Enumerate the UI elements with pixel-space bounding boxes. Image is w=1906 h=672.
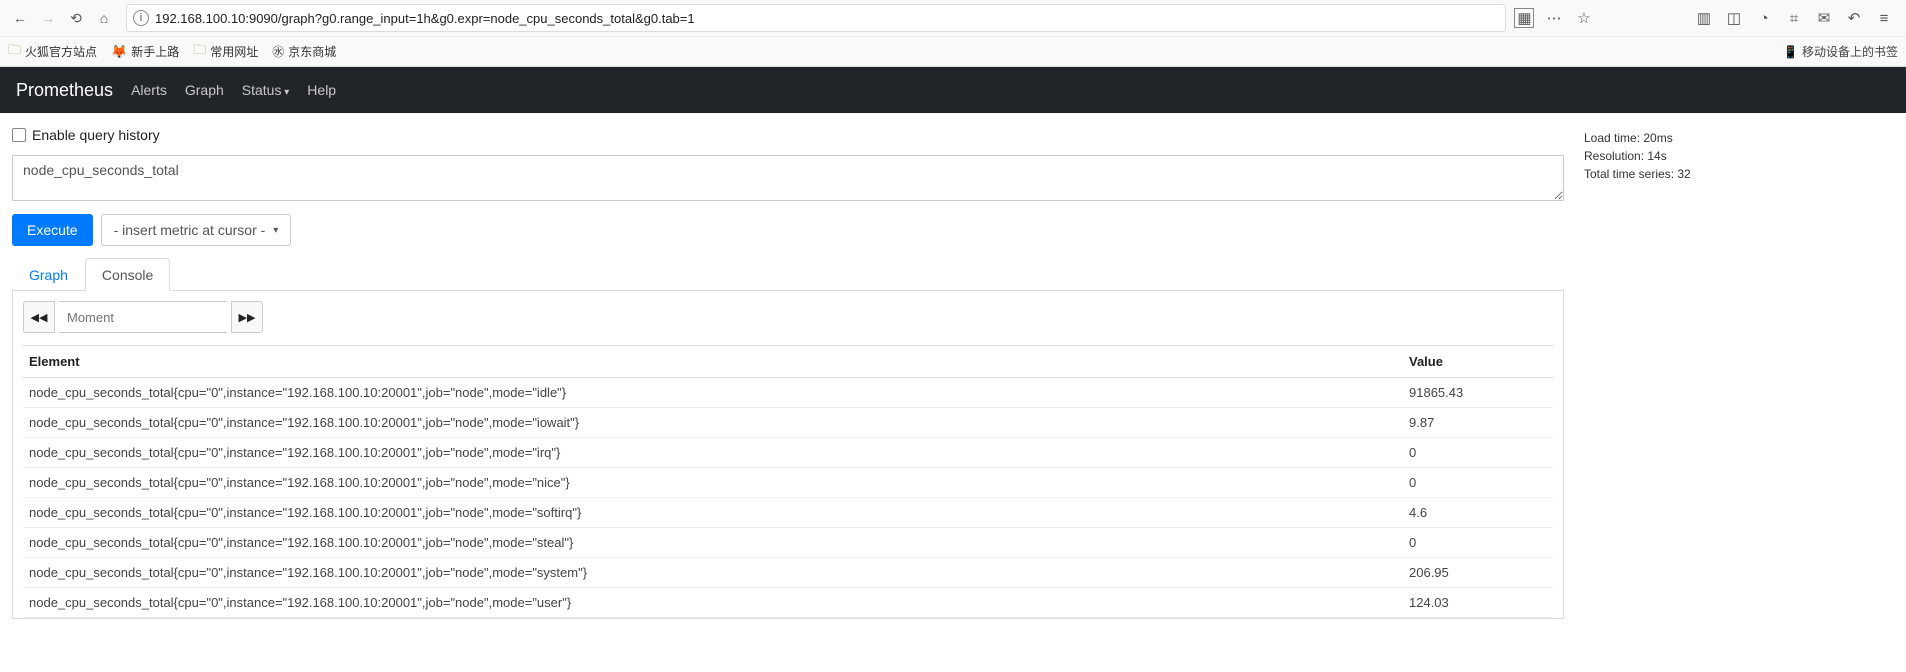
bookmark-item[interactable]: 🗀 火狐官方站点: [8, 41, 97, 63]
tab-bar: Graph Console: [12, 258, 1564, 291]
cell-value: 9.87: [1403, 408, 1553, 438]
tab-graph-label: Graph: [29, 267, 68, 283]
cell-element: node_cpu_seconds_total{cpu="0",instance=…: [23, 558, 1403, 588]
firefox-icon: 🦊: [111, 44, 127, 60]
nav-alerts[interactable]: Alerts: [131, 82, 167, 98]
col-value: Value: [1403, 346, 1553, 378]
cell-value: 4.6: [1403, 498, 1553, 528]
metric-select-label: - insert metric at cursor -: [114, 222, 266, 238]
phone-icon: 📱: [1783, 45, 1798, 59]
table-row: node_cpu_seconds_total{cpu="0",instance=…: [23, 378, 1553, 408]
nav-home-button[interactable]: ⌂: [90, 4, 118, 32]
tab-console-label: Console: [102, 267, 153, 283]
metric-select[interactable]: - insert metric at cursor -: [101, 214, 292, 246]
cell-element: node_cpu_seconds_total{cpu="0",instance=…: [23, 588, 1403, 618]
cell-element: node_cpu_seconds_total{cpu="0",instance=…: [23, 378, 1403, 408]
enable-history-checkbox[interactable]: [12, 128, 26, 142]
moment-next-button[interactable]: ▶▶: [231, 301, 263, 333]
bookmark-label: 火狐官方站点: [25, 43, 97, 60]
tab-graph[interactable]: Graph: [12, 258, 85, 291]
table-row: node_cpu_seconds_total{cpu="0",instance=…: [23, 528, 1553, 558]
folder-icon: 🗀: [8, 41, 21, 63]
prom-navbar: Prometheus Alerts Graph Status Help: [0, 67, 1906, 113]
cell-value: 206.95: [1403, 558, 1553, 588]
enable-history-label: Enable query history: [32, 127, 160, 143]
nav-forward-button[interactable]: →: [34, 4, 62, 32]
table-row: node_cpu_seconds_total{cpu="0",instance=…: [23, 558, 1553, 588]
bookmark-label: 常用网址: [210, 43, 258, 60]
stat-resolution: Resolution: 14s: [1584, 147, 1894, 165]
cell-value: 0: [1403, 438, 1553, 468]
result-table: Element Value node_cpu_seconds_total{cpu…: [23, 345, 1553, 618]
nav-back-button[interactable]: ←: [6, 4, 34, 32]
bookmark-star-icon[interactable]: ☆: [1574, 8, 1594, 28]
library-icon[interactable]: ▥: [1694, 8, 1714, 28]
extension-icon[interactable]: ⌗: [1784, 8, 1804, 28]
cell-element: node_cpu_seconds_total{cpu="0",instance=…: [23, 438, 1403, 468]
tab-console[interactable]: Console: [85, 258, 170, 291]
stat-series: Total time series: 32: [1584, 165, 1894, 183]
bookmark-label: 京东商城: [288, 43, 336, 60]
console-pane: ◀◀ ▶▶ Element Value node_cpu_seconds_tot…: [12, 291, 1564, 619]
table-row: node_cpu_seconds_total{cpu="0",instance=…: [23, 498, 1553, 528]
undo-icon[interactable]: ↶: [1844, 8, 1864, 28]
table-row: node_cpu_seconds_total{cpu="0",instance=…: [23, 468, 1553, 498]
moment-prev-button[interactable]: ◀◀: [23, 301, 55, 333]
expression-input[interactable]: [12, 155, 1564, 201]
menu-icon[interactable]: ≡: [1874, 8, 1894, 28]
stat-load-time: Load time: 20ms: [1584, 129, 1894, 147]
moment-input[interactable]: [59, 301, 227, 333]
cell-value: 124.03: [1403, 588, 1553, 618]
account-icon[interactable]: ◔: [1754, 8, 1774, 28]
folder-icon: 🗀: [193, 41, 206, 63]
page-actions-icon[interactable]: ⋯: [1544, 8, 1564, 28]
site-info-icon[interactable]: i: [133, 10, 149, 26]
table-row: node_cpu_seconds_total{cpu="0",instance=…: [23, 408, 1553, 438]
globe-icon: ㊌: [272, 43, 284, 60]
prom-brand[interactable]: Prometheus: [16, 80, 113, 101]
query-stats: Load time: 20ms Resolution: 14s Total ti…: [1564, 127, 1894, 183]
mobile-bookmarks-label: 移动设备上的书签: [1802, 43, 1898, 60]
bookmark-item[interactable]: 🦊 新手上路: [111, 43, 179, 60]
cell-element: node_cpu_seconds_total{cpu="0",instance=…: [23, 528, 1403, 558]
bookmark-item[interactable]: ㊌ 京东商城: [272, 43, 336, 60]
url-bar[interactable]: i 192.168.100.10:9090/graph?g0.range_inp…: [126, 4, 1506, 32]
nav-graph[interactable]: Graph: [185, 82, 224, 98]
cell-element: node_cpu_seconds_total{cpu="0",instance=…: [23, 468, 1403, 498]
bookmark-label: 新手上路: [131, 43, 179, 60]
url-text: 192.168.100.10:9090/graph?g0.range_input…: [155, 11, 695, 26]
sidebars-icon[interactable]: ◫: [1724, 8, 1744, 28]
execute-button[interactable]: Execute: [12, 214, 93, 246]
nav-help[interactable]: Help: [307, 82, 336, 98]
cell-element: node_cpu_seconds_total{cpu="0",instance=…: [23, 408, 1403, 438]
bookmark-item[interactable]: 🗀 常用网址: [193, 41, 258, 63]
mobile-bookmarks[interactable]: 📱 移动设备上的书签: [1783, 43, 1898, 60]
nav-status[interactable]: Status: [242, 82, 290, 98]
cell-element: node_cpu_seconds_total{cpu="0",instance=…: [23, 498, 1403, 528]
table-row: node_cpu_seconds_total{cpu="0",instance=…: [23, 588, 1553, 618]
bookmarks-bar: 🗀 火狐官方站点 🦊 新手上路 🗀 常用网址 ㊌ 京东商城 📱 移动设备上的书签: [0, 36, 1906, 66]
cell-value: 91865.43: [1403, 378, 1553, 408]
col-element: Element: [23, 346, 1403, 378]
qr-icon[interactable]: ▦: [1514, 8, 1534, 28]
cell-value: 0: [1403, 528, 1553, 558]
nav-reload-button[interactable]: ⟲: [62, 4, 90, 32]
chat-icon[interactable]: ✉: [1814, 8, 1834, 28]
table-row: node_cpu_seconds_total{cpu="0",instance=…: [23, 438, 1553, 468]
cell-value: 0: [1403, 468, 1553, 498]
